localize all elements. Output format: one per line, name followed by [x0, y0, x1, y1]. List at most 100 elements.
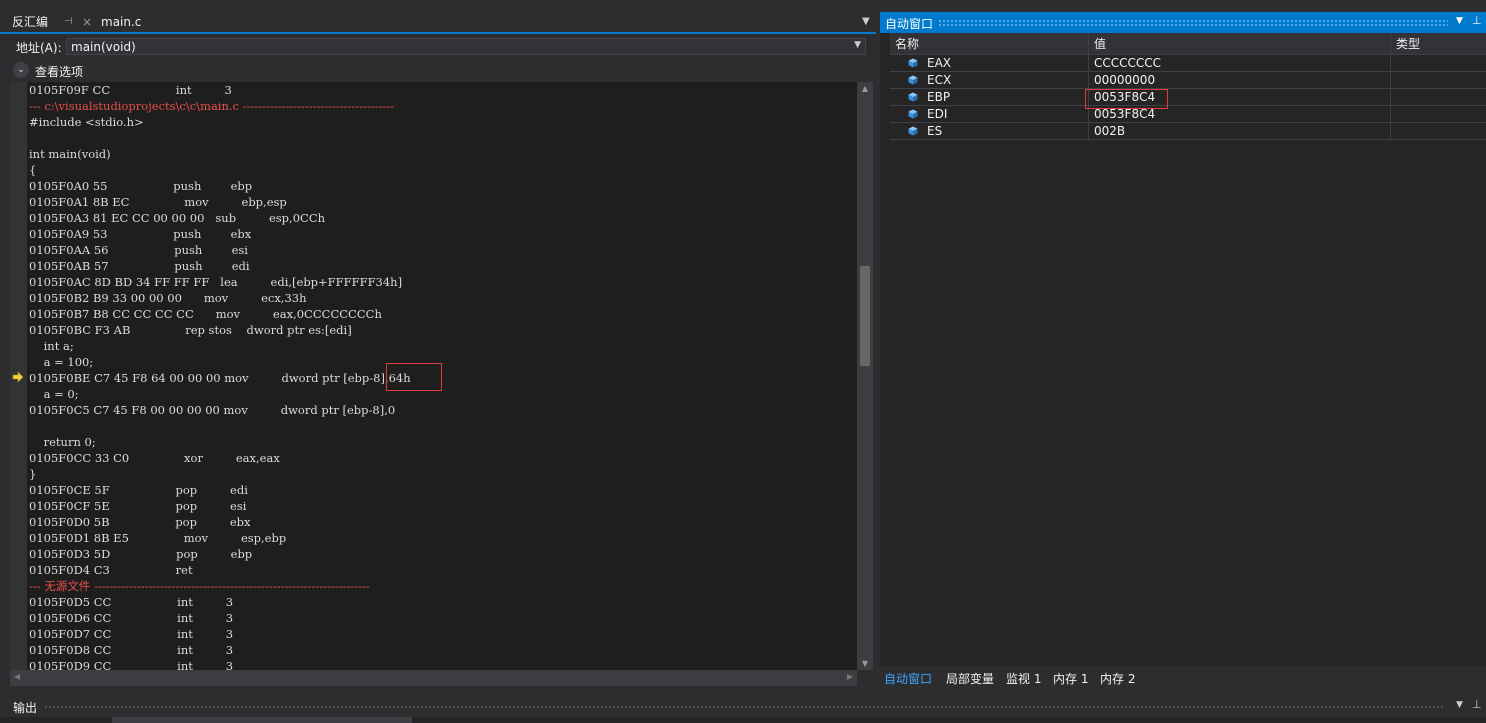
tab-memory-2[interactable]: 内存 2 — [1100, 670, 1135, 688]
code-line[interactable]: return 0; — [29, 434, 411, 450]
view-options-chevron-icon[interactable]: ⌄ — [13, 62, 29, 78]
code-line[interactable]: 0105F0C5 C7 45 F8 00 00 00 00 mov dword … — [29, 402, 411, 418]
scroll-left-icon[interactable]: ◀ — [14, 672, 20, 681]
column-header-value[interactable]: 值 — [1089, 33, 1391, 55]
code-line[interactable]: 0105F0D9 CC int 3 — [29, 658, 411, 670]
code-line[interactable]: 0105F0BE C7 45 F8 64 00 00 00 mov dword … — [29, 370, 411, 386]
code-line[interactable]: 0105F0A0 55 push ebp — [29, 178, 411, 194]
code-line[interactable]: 0105F0D0 5B pop ebx — [29, 514, 411, 530]
autos-cell-name[interactable]: ES — [890, 123, 1089, 140]
autos-row-ecx[interactable]: ECX 00000000 — [890, 72, 1486, 89]
ip-arrow-icon — [12, 371, 24, 383]
autos-row-value[interactable]: 00000000 — [1094, 73, 1155, 87]
code-line[interactable]: int main(void) — [29, 146, 411, 162]
autos-cell-value[interactable]: 00000000 — [1089, 72, 1391, 89]
autos-cell-type[interactable] — [1391, 123, 1486, 140]
autos-cell-name[interactable]: EDI — [890, 106, 1089, 123]
code-line[interactable]: int a; — [29, 338, 411, 354]
output-title[interactable]: 输出 — [13, 699, 37, 716]
tab-locals[interactable]: 局部变量 — [946, 670, 994, 688]
code-line[interactable]: 0105F0D7 CC int 3 — [29, 626, 411, 642]
code-line[interactable]: 0105F0AA 56 push esi — [29, 242, 411, 258]
address-combobox[interactable]: main(void) ▼ — [66, 38, 866, 55]
code-line[interactable]: a = 0; — [29, 386, 411, 402]
disassembly-code-area[interactable]: 0105F09F CC int 3 --- c:\visualstudioproj… — [27, 82, 857, 670]
code-line[interactable]: 0105F0D6 CC int 3 — [29, 610, 411, 626]
autos-cell-name[interactable]: EBP — [890, 89, 1089, 106]
code-line[interactable]: 0105F0AC 8D BD 34 FF FF FF lea edi,[ebp+… — [29, 274, 411, 290]
autos-cell-type[interactable] — [1391, 55, 1486, 72]
autos-row-edi[interactable]: EDI 0053F8C4 — [890, 106, 1486, 123]
code-line[interactable]: 0105F0BC F3 AB rep stos dword ptr es:[ed… — [29, 322, 411, 338]
code-line[interactable]: a = 100; — [29, 354, 411, 370]
address-dropdown-icon[interactable]: ▼ — [854, 40, 861, 50]
autos-pin-icon[interactable]: ⊥ — [1472, 14, 1482, 27]
code-line[interactable]: 0105F0D8 CC int 3 — [29, 642, 411, 658]
autos-cell-name[interactable]: EAX — [890, 55, 1089, 72]
autos-row-ebp[interactable]: EBP 0053F8C4 — [890, 89, 1486, 106]
code-line[interactable]: 0105F0CF 5E pop esi — [29, 498, 411, 514]
code-line[interactable] — [29, 130, 411, 146]
autos-row-eax[interactable]: EAX CCCCCCCC — [890, 55, 1486, 72]
autos-row-value[interactable]: CCCCCCCC — [1094, 56, 1161, 70]
code-horizontal-scrollbar[interactable]: ◀ ▶ — [10, 670, 857, 686]
code-line[interactable]: 0105F0A9 53 push ebx — [29, 226, 411, 242]
tab-overflow-icon[interactable]: ▼ — [858, 12, 874, 32]
autos-row-name: ECX — [927, 73, 952, 87]
code-line[interactable]: #include <stdio.h> — [29, 114, 411, 130]
code-line[interactable]: --- 无源文件 -------------------------------… — [29, 578, 411, 594]
autos-drag-grip[interactable] — [938, 19, 1448, 26]
autos-cell-value[interactable]: 002B — [1089, 123, 1391, 140]
code-line[interactable]: 0105F0B7 B8 CC CC CC CC mov eax,0CCCCCCC… — [29, 306, 411, 322]
tab-close-icon[interactable]: × — [78, 12, 96, 32]
code-line[interactable]: 0105F0AB 57 push edi — [29, 258, 411, 274]
code-line[interactable]: 0105F0D4 C3 ret — [29, 562, 411, 578]
code-line[interactable]: 0105F0A1 8B EC mov ebp,esp — [29, 194, 411, 210]
address-label: 地址(A): — [16, 41, 62, 55]
autos-panel: 自动窗口 ▼ ⊥ 名称 值 类型 EAX CCCCCCCC ECX 00000000 E… — [880, 12, 1486, 690]
code-line[interactable]: 0105F0B2 B9 33 00 00 00 mov ecx,33h — [29, 290, 411, 306]
output-drag-grip[interactable] — [44, 705, 1444, 709]
tab-memory-1[interactable]: 内存 1 — [1053, 670, 1088, 688]
code-line[interactable]: 0105F0CC 33 C0 xor eax,eax — [29, 450, 411, 466]
tab-autos[interactable]: 自动窗口 — [884, 670, 932, 688]
tab-disassembly[interactable]: 反汇编 — [8, 12, 52, 32]
code-vertical-scrollbar[interactable]: ▲ ▼ — [857, 82, 873, 670]
autos-cell-type[interactable] — [1391, 72, 1486, 89]
output-dropdown-icon[interactable]: ▼ — [1456, 700, 1463, 710]
code-line[interactable]: 0105F0D3 5D pop ebp — [29, 546, 411, 562]
scroll-right-icon[interactable]: ▶ — [847, 672, 853, 681]
scroll-down-icon[interactable]: ▼ — [857, 659, 873, 668]
debug-window-tabs: 自动窗口 局部变量 监视 1 内存 1 内存 2 — [880, 666, 1486, 690]
view-options-label[interactable]: 查看选项 — [35, 63, 83, 80]
tab-watch-1[interactable]: 监视 1 — [1006, 670, 1041, 688]
tab-pin-icon[interactable]: ⊣ — [60, 12, 77, 32]
autos-row-name: ES — [927, 124, 943, 138]
autos-cell-value[interactable]: CCCCCCCC — [1089, 55, 1391, 72]
autos-row-value[interactable]: 002B — [1094, 124, 1125, 138]
autos-row-es[interactable]: ES 002B — [890, 123, 1486, 140]
autos-grid-header: 名称 值 类型 — [890, 33, 1486, 55]
autos-dropdown-icon[interactable]: ▼ — [1456, 16, 1463, 26]
code-line[interactable] — [29, 418, 411, 434]
scroll-up-icon[interactable]: ▲ — [857, 84, 873, 93]
code-line[interactable]: --- c:\visualstudioprojects\c\c\main.c -… — [29, 98, 411, 114]
code-line[interactable]: } — [29, 466, 411, 482]
scroll-thumb[interactable] — [860, 266, 870, 366]
output-pin-icon[interactable]: ⊥ — [1472, 698, 1482, 711]
autos-cell-type[interactable] — [1391, 106, 1486, 123]
column-header-name[interactable]: 名称 — [890, 33, 1089, 55]
autos-row-value[interactable]: 0053F8C4 — [1094, 107, 1155, 121]
column-header-type[interactable]: 类型 — [1391, 33, 1486, 55]
autos-cell-name[interactable]: ECX — [890, 72, 1089, 89]
tab-main-c[interactable]: main.c — [97, 12, 145, 32]
autos-grid: 名称 值 类型 EAX CCCCCCCC ECX 00000000 EBP 0053F8C… — [890, 33, 1486, 663]
code-line[interactable]: 0105F0CE 5F pop edi — [29, 482, 411, 498]
address-value[interactable]: main(void) — [71, 40, 136, 54]
code-line[interactable]: 0105F0D5 CC int 3 — [29, 594, 411, 610]
code-line[interactable]: 0105F0D1 8B E5 mov esp,ebp — [29, 530, 411, 546]
code-line[interactable]: { — [29, 162, 411, 178]
autos-cell-type[interactable] — [1391, 89, 1486, 106]
code-line[interactable]: 0105F0A3 81 EC CC 00 00 00 sub esp,0CCh — [29, 210, 411, 226]
code-line[interactable]: 0105F09F CC int 3 — [29, 82, 411, 98]
